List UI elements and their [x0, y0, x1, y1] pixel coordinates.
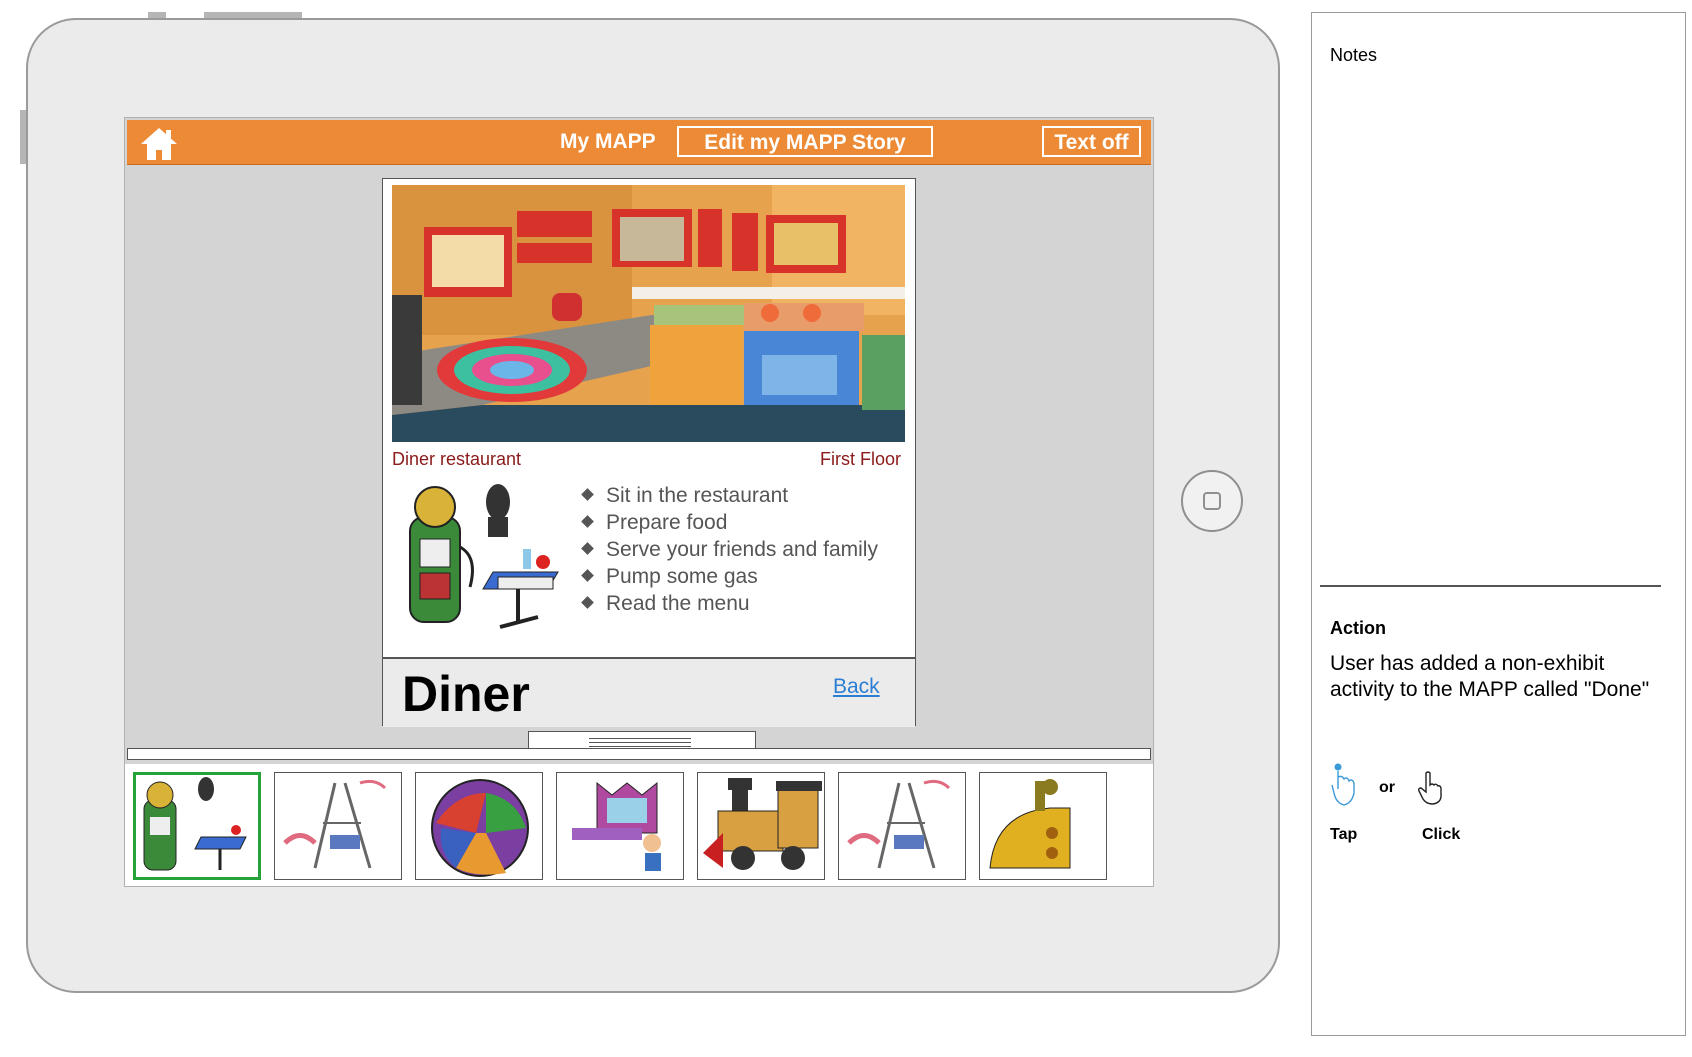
- divider: [1320, 585, 1661, 587]
- action-label: Action: [1330, 618, 1386, 638]
- list-item: Prepare food: [581, 509, 878, 536]
- list-item: Sit in the restaurant: [581, 482, 878, 509]
- side-button: [20, 110, 26, 164]
- list-item: Pump some gas: [581, 563, 878, 590]
- home-square-icon: [1203, 492, 1221, 510]
- wooden-train-icon: [703, 778, 822, 870]
- thumbnail-tower[interactable]: [838, 772, 966, 880]
- diner-photo: [392, 185, 905, 442]
- back-link[interactable]: Back: [833, 675, 880, 699]
- edit-story-button[interactable]: Edit my MAPP Story: [677, 126, 933, 157]
- location-name: Diner restaurant: [392, 449, 522, 469]
- floor-label: First Floor: [820, 449, 901, 469]
- volume-button: [204, 12, 302, 18]
- activity-card: Diner restaurant First Floor Sit in the …: [382, 178, 916, 727]
- activity-list: Sit in the restaurant Prepare food Serve…: [581, 482, 878, 617]
- tap-icon: [1331, 763, 1355, 806]
- list-item: Read the menu: [581, 590, 878, 617]
- tablet-home-button[interactable]: [1181, 470, 1243, 532]
- notes-title: Notes: [1330, 45, 1378, 65]
- list-item: Serve your friends and family: [581, 536, 878, 563]
- power-button: [148, 12, 166, 18]
- thumbnail-submarine[interactable]: [979, 772, 1107, 880]
- app-screen: My MAPP Edit my MAPP Story Text off Dine…: [124, 117, 1154, 887]
- top-bar: My MAPP Edit my MAPP Story Text off: [127, 120, 1151, 165]
- colorful-sphere-icon: [431, 779, 529, 877]
- thumbnail-sphere[interactable]: [415, 772, 543, 880]
- card-footer: Diner Back: [383, 657, 915, 727]
- page-title: My MAPP: [560, 130, 656, 153]
- castle-boy-icon: [572, 781, 661, 871]
- card-title: Diner: [402, 666, 530, 722]
- yellow-submarine-icon: [989, 779, 1071, 869]
- thumbnail-diner[interactable]: [133, 772, 261, 880]
- text-off-button[interactable]: Text off: [1042, 126, 1141, 157]
- tower-sculpture-icon: [283, 779, 387, 869]
- click-label: Click: [1422, 826, 1461, 843]
- hand-cursor-icon: [1418, 771, 1442, 805]
- diner-gas-pump-icon: [409, 484, 559, 629]
- tower-sculpture-icon: [847, 779, 951, 869]
- thumbnail-strip: [125, 764, 1153, 886]
- thumbnail-tower[interactable]: [274, 772, 402, 880]
- tap-label: Tap: [1330, 826, 1358, 843]
- or-label: or: [1379, 779, 1395, 796]
- drawer-bar: [127, 748, 1151, 760]
- notes-panel: Notes Action User has added a non-exhibi…: [1311, 12, 1686, 1036]
- home-icon[interactable]: [139, 126, 179, 162]
- diner-gas-pump-icon: [143, 777, 247, 871]
- thumbnail-castle[interactable]: [556, 772, 684, 880]
- thumbnail-train[interactable]: [697, 772, 825, 880]
- action-description: User has added a non-exhibit activity to…: [1330, 652, 1650, 701]
